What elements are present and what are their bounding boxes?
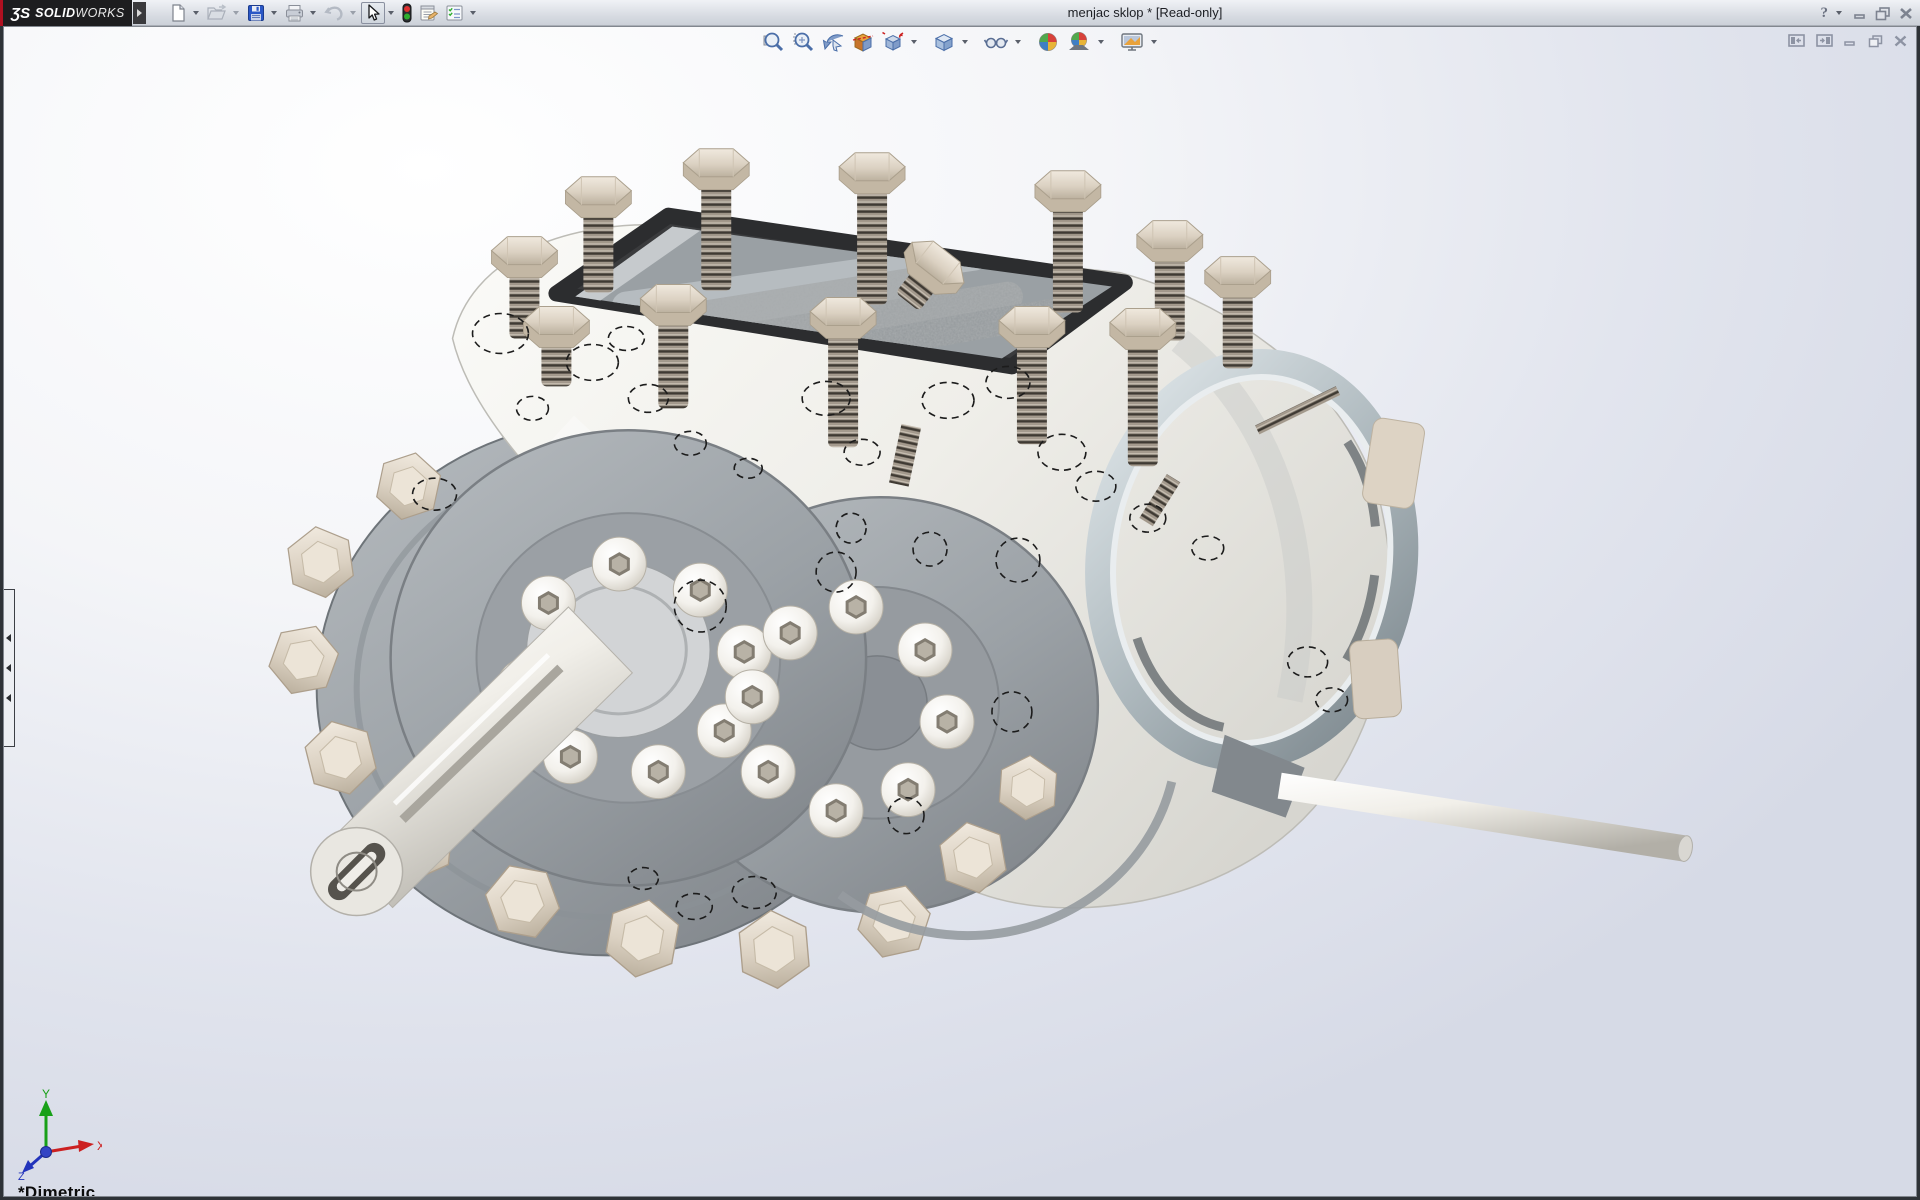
document-minimize-button[interactable] (1843, 34, 1858, 52)
dassault-3ds-logo-icon: ƷS (11, 5, 30, 22)
save-button[interactable] (244, 2, 268, 24)
dropdown-arrow-icon[interactable] (1151, 40, 1157, 44)
zoom-to-fit-icon (761, 30, 785, 54)
new-document-icon (168, 3, 188, 23)
section-view-button[interactable] (849, 30, 877, 54)
reference-triad: Y X Z (16, 1088, 102, 1180)
undo-icon (323, 3, 345, 23)
select-cursor-icon (364, 4, 382, 22)
minimize-button[interactable] (1852, 6, 1868, 20)
options-button[interactable] (442, 2, 467, 24)
triad-z-label: Z (18, 1171, 25, 1180)
undo-button[interactable] (321, 2, 347, 24)
collapse-right-pane-icon (1815, 33, 1834, 48)
previous-view-button[interactable] (819, 30, 847, 54)
dropdown-arrow-icon[interactable] (271, 11, 277, 15)
dropdown-arrow-icon (233, 11, 239, 15)
dropdown-arrow-icon[interactable] (1015, 40, 1021, 44)
options-icon (444, 3, 465, 23)
expand-arrow-icon (137, 9, 142, 17)
restore-icon (1874, 6, 1892, 21)
edit-appearance-button[interactable] (1034, 30, 1062, 54)
expand-panel-arrow-icon (6, 694, 11, 702)
hide-show-items-button[interactable] (981, 30, 1011, 54)
dropdown-arrow-icon[interactable] (1098, 40, 1104, 44)
apply-scene-button[interactable] (1064, 30, 1094, 54)
help-button[interactable]: ? (1821, 5, 1829, 22)
triad-y-label: Y (42, 1088, 50, 1101)
expand-panel-arrow-icon (6, 664, 11, 672)
view-orientation-icon (881, 30, 905, 54)
brand-text-secondary: WORKS (75, 6, 124, 20)
dropdown-arrow-icon[interactable] (388, 11, 394, 15)
document-restore-button[interactable] (1867, 34, 1884, 53)
section-view-icon (851, 30, 875, 54)
save-icon (246, 3, 266, 23)
print-icon (284, 3, 305, 23)
brand-text-primary: SOLID (35, 6, 75, 20)
dropdown-arrow-icon[interactable] (911, 40, 917, 44)
standard-toolbar (166, 1, 480, 25)
close-icon (1893, 34, 1908, 48)
collapse-left-pane-button[interactable] (1787, 33, 1806, 53)
collapse-right-pane-button[interactable] (1815, 33, 1834, 53)
help-dropdown-arrow-icon[interactable] (1836, 11, 1842, 15)
view-orientation-label: *Dimetric (18, 1183, 95, 1197)
output-shaft (1278, 773, 1688, 862)
triad-x-label: X (97, 1139, 102, 1153)
new-document-button[interactable] (166, 2, 190, 24)
brand-text: SOLIDWORKS (35, 6, 124, 20)
ring-lug (1349, 638, 1402, 719)
file-properties-icon (418, 3, 439, 23)
feature-manager-collapsed-tab[interactable] (3, 589, 15, 747)
collapse-left-pane-icon (1787, 33, 1806, 48)
minimize-icon (1852, 6, 1868, 20)
rebuild-traffic-light-icon (401, 3, 413, 23)
view-settings-icon (1119, 30, 1145, 54)
expand-panel-arrow-icon (6, 634, 11, 642)
display-style-button[interactable] (930, 30, 958, 54)
window-controls: ? (1821, 1, 1915, 25)
solidworks-logo: ƷS SOLIDWORKS (0, 0, 132, 26)
restore-button[interactable] (1874, 6, 1892, 21)
previous-view-icon (821, 30, 845, 54)
model-group (263, 149, 1694, 991)
appearance-ball-icon (1036, 30, 1060, 54)
restore-icon (1867, 34, 1884, 48)
view-orientation-button[interactable] (879, 30, 907, 54)
dropdown-arrow-icon[interactable] (962, 40, 968, 44)
view-settings-button[interactable] (1117, 30, 1147, 54)
gearbox-assembly-model[interactable] (4, 27, 1916, 1196)
open-button[interactable] (204, 2, 230, 24)
apply-scene-icon (1066, 30, 1092, 54)
open-icon (206, 3, 228, 23)
window-title: menjac sklop * [Read-only] (520, 0, 1770, 25)
dropdown-arrow-icon[interactable] (470, 11, 476, 15)
print-button[interactable] (282, 2, 307, 24)
zoom-to-area-button[interactable] (789, 30, 817, 54)
display-style-icon (932, 30, 956, 54)
document-close-button[interactable] (1893, 34, 1908, 53)
dropdown-arrow-icon[interactable] (310, 11, 316, 15)
close-button[interactable] (1898, 6, 1914, 21)
graphics-area[interactable]: Y X Z *Dimetric (3, 26, 1917, 1197)
titlebar: ƷS SOLIDWORKS (0, 0, 1920, 26)
minimize-icon (1843, 34, 1858, 47)
close-icon (1898, 6, 1914, 21)
eyeglasses-icon (983, 30, 1009, 54)
dropdown-arrow-icon (350, 11, 356, 15)
file-properties-button[interactable] (416, 2, 441, 24)
zoom-to-fit-button[interactable] (759, 30, 787, 54)
heads-up-view-toolbar (759, 30, 1161, 54)
select-button[interactable] (361, 2, 385, 24)
menu-expander-button[interactable] (133, 2, 146, 24)
dropdown-arrow-icon[interactable] (193, 11, 199, 15)
document-window-controls (1787, 33, 1908, 53)
rebuild-button[interactable] (399, 2, 415, 24)
zoom-to-area-icon (791, 30, 815, 54)
